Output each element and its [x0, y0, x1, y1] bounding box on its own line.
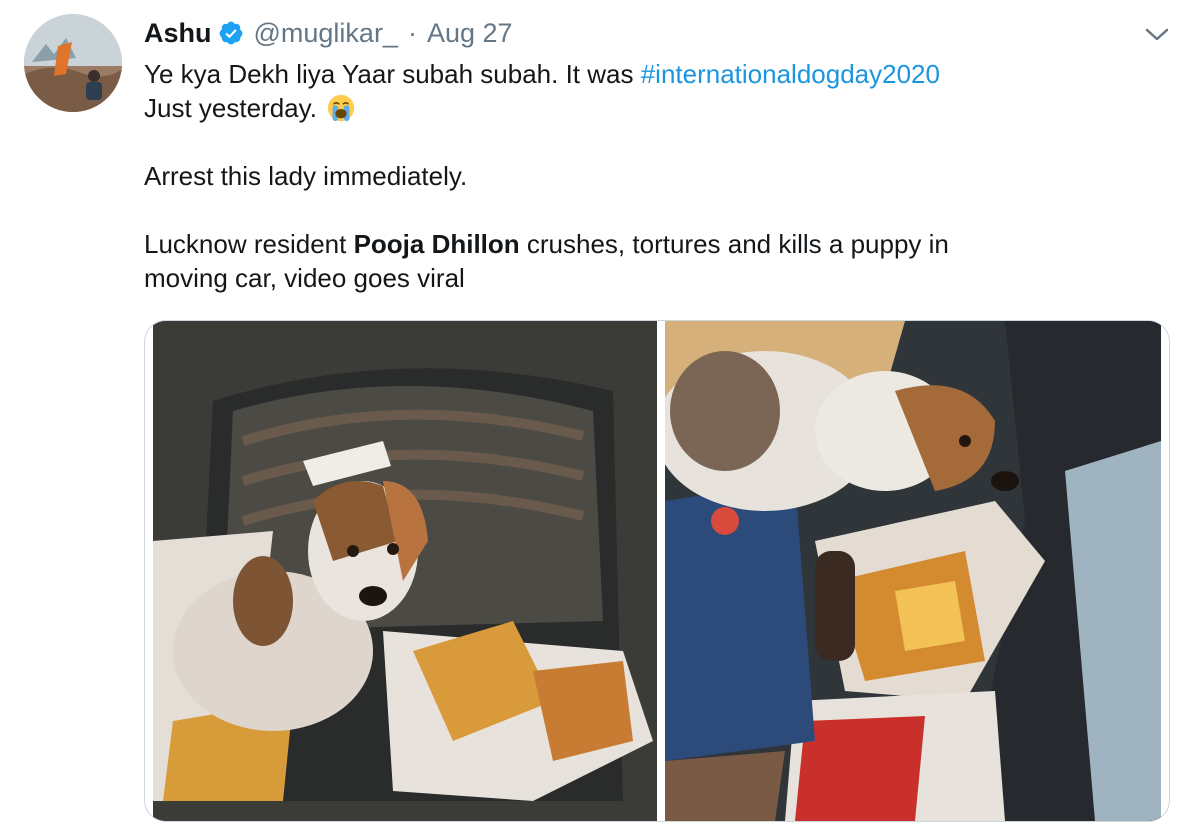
chevron-down-icon[interactable]	[1141, 20, 1173, 48]
text-line-4-prefix: Lucknow resident	[144, 229, 354, 259]
media-image-right[interactable]	[665, 321, 1161, 821]
media-image-left[interactable]	[153, 321, 657, 821]
text-gap	[144, 193, 1164, 227]
text-line-1: Ye kya Dekh liya Yaar subah subah. It wa…	[144, 57, 1164, 91]
text-line-5: moving car, video goes viral	[144, 263, 465, 293]
text-line-4-suffix: crushes, tortures and kills a puppy in	[519, 229, 949, 259]
media-divider	[657, 321, 665, 821]
text-line-1-prefix: Ye kya Dekh liya Yaar subah subah. It wa…	[144, 59, 641, 89]
loudly-crying-face-icon	[328, 94, 355, 122]
separator-dot: ·	[407, 17, 417, 48]
text-line-3: Arrest this lady immediately.	[144, 161, 468, 191]
tweet-header: Ashu @muglikar_ · Aug 27	[144, 15, 513, 51]
text-line-2-text: Just yesterday.	[144, 93, 317, 123]
text-line-2: Just yesterday.	[144, 91, 1164, 125]
author-name[interactable]: Ashu	[144, 18, 212, 49]
puppy-photo-left	[153, 321, 657, 821]
text-line-4: Lucknow resident Pooja Dhillon crushes, …	[144, 227, 1164, 261]
avatar[interactable]	[24, 14, 122, 112]
tweet-date[interactable]: Aug 27	[427, 18, 513, 49]
text-line-4-bold: Pooja Dhillon	[353, 229, 520, 259]
tweet[interactable]: Ashu @muglikar_ · Aug 27 Ye kya Dekh liy…	[0, 0, 1200, 822]
tweet-text: Ye kya Dekh liya Yaar subah subah. It wa…	[144, 57, 1164, 295]
author-handle[interactable]: @muglikar_	[254, 18, 398, 49]
avatar-image	[24, 14, 122, 112]
puppy-photo-right	[665, 321, 1161, 821]
verified-badge-icon	[219, 21, 242, 45]
hashtag-link[interactable]: #internationaldogday2020	[641, 59, 940, 89]
text-gap	[144, 125, 1164, 159]
media-grid	[144, 320, 1170, 822]
